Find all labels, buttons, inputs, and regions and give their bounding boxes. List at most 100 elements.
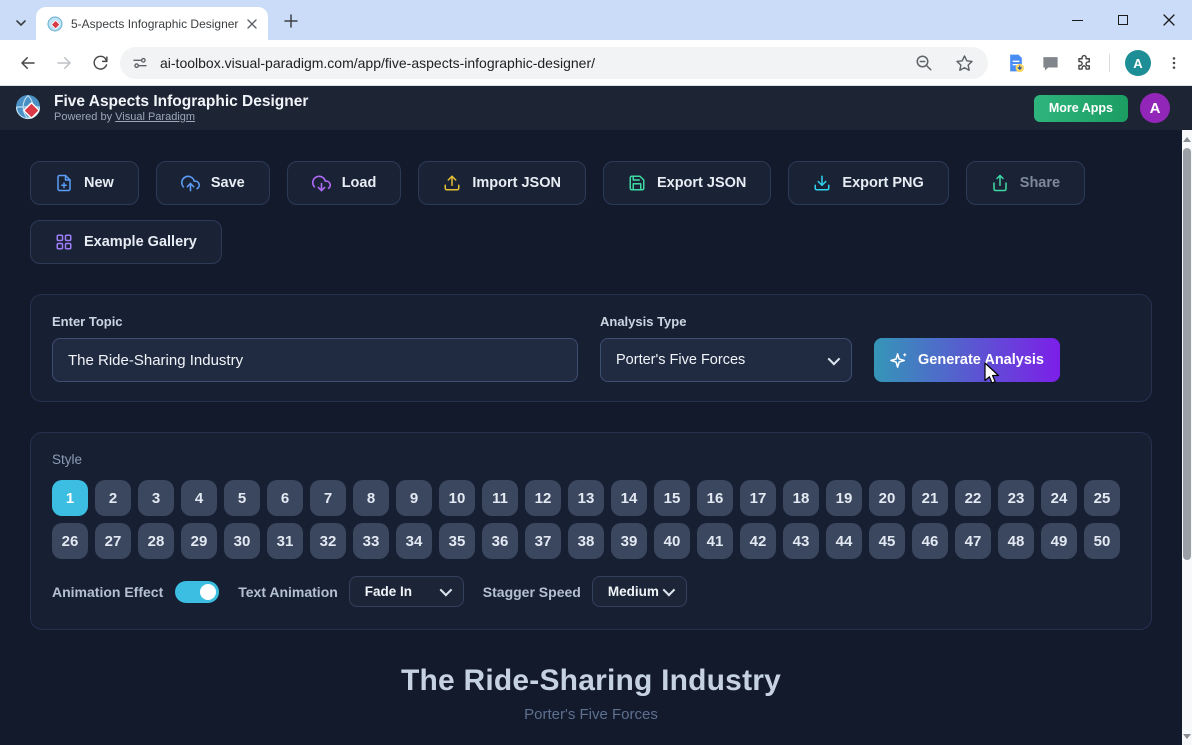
- style-option-2[interactable]: 2: [95, 480, 131, 516]
- browser-extensions-area: A: [1006, 47, 1182, 79]
- save-button[interactable]: Save: [155, 161, 270, 205]
- style-option-47[interactable]: 47: [955, 523, 991, 559]
- style-option-15[interactable]: 15: [654, 480, 690, 516]
- extensions-puzzle-icon[interactable]: [1075, 54, 1094, 73]
- style-option-7[interactable]: 7: [310, 480, 346, 516]
- page-scrollbar[interactable]: [1182, 130, 1192, 745]
- style-option-9[interactable]: 9: [396, 480, 432, 516]
- chevron-down-icon: [662, 583, 676, 597]
- text-animation-select[interactable]: Fade In: [348, 576, 464, 607]
- style-option-16[interactable]: 16: [697, 480, 733, 516]
- user-avatar[interactable]: A: [1140, 93, 1170, 123]
- share-label: Share: [1019, 175, 1061, 191]
- style-option-12[interactable]: 12: [525, 480, 561, 516]
- address-bar[interactable]: ai-toolbox.visual-paradigm.com/app/five-…: [120, 47, 988, 79]
- export-png-button[interactable]: Export PNG: [788, 161, 949, 205]
- style-option-45[interactable]: 45: [869, 523, 905, 559]
- tab-search-button[interactable]: [9, 11, 32, 34]
- tab-close-icon[interactable]: [243, 15, 260, 32]
- style-option-41[interactable]: 41: [697, 523, 733, 559]
- style-option-24[interactable]: 24: [1041, 480, 1077, 516]
- kebab-menu-icon[interactable]: [1166, 55, 1182, 71]
- reload-button[interactable]: [84, 47, 116, 79]
- style-option-26[interactable]: 26: [52, 523, 88, 559]
- style-option-39[interactable]: 39: [611, 523, 647, 559]
- style-option-29[interactable]: 29: [181, 523, 217, 559]
- topic-input[interactable]: [52, 338, 578, 382]
- share-button[interactable]: Share: [965, 161, 1086, 205]
- load-button[interactable]: Load: [286, 161, 402, 205]
- extension-doc-icon[interactable]: [1006, 53, 1026, 73]
- style-option-19[interactable]: 19: [826, 480, 862, 516]
- style-option-50[interactable]: 50: [1084, 523, 1120, 559]
- style-option-17[interactable]: 17: [740, 480, 776, 516]
- browser-tab[interactable]: 5-Aspects Infographic Designer: [36, 7, 268, 40]
- forward-button[interactable]: [48, 47, 80, 79]
- style-option-48[interactable]: 48: [998, 523, 1034, 559]
- save-label: Save: [210, 175, 245, 191]
- style-option-43[interactable]: 43: [783, 523, 819, 559]
- minimize-button[interactable]: [1054, 0, 1100, 40]
- style-option-34[interactable]: 34: [396, 523, 432, 559]
- example-gallery-button[interactable]: Example Gallery: [30, 220, 222, 264]
- style-option-8[interactable]: 8: [353, 480, 389, 516]
- stagger-speed-select[interactable]: Medium: [591, 576, 687, 607]
- scrollbar-thumb[interactable]: [1183, 148, 1191, 560]
- cloud-download-icon: [311, 175, 331, 191]
- scroll-down-icon[interactable]: [1182, 729, 1192, 743]
- close-button[interactable]: [1146, 0, 1192, 40]
- style-option-32[interactable]: 32: [310, 523, 346, 559]
- style-option-38[interactable]: 38: [568, 523, 604, 559]
- style-option-4[interactable]: 4: [181, 480, 217, 516]
- style-option-20[interactable]: 20: [869, 480, 905, 516]
- style-option-33[interactable]: 33: [353, 523, 389, 559]
- style-option-3[interactable]: 3: [138, 480, 174, 516]
- scroll-up-icon[interactable]: [1182, 132, 1192, 146]
- style-option-13[interactable]: 13: [568, 480, 604, 516]
- style-option-6[interactable]: 6: [267, 480, 303, 516]
- share-icon: [993, 174, 1007, 192]
- new-button[interactable]: New: [30, 161, 139, 205]
- style-option-35[interactable]: 35: [439, 523, 475, 559]
- generate-analysis-button[interactable]: Generate Analysis: [874, 338, 1060, 382]
- style-option-1[interactable]: 1: [52, 480, 88, 516]
- zoom-out-icon[interactable]: [915, 54, 933, 72]
- url-text[interactable]: ai-toolbox.visual-paradigm.com/app/five-…: [160, 55, 915, 71]
- extension-chat-icon[interactable]: [1041, 54, 1060, 73]
- browser-profile-avatar[interactable]: A: [1125, 50, 1151, 76]
- analysis-type-select[interactable]: Porter's Five Forces: [600, 338, 852, 382]
- style-option-27[interactable]: 27: [95, 523, 131, 559]
- more-apps-button[interactable]: More Apps: [1033, 94, 1128, 122]
- maximize-button[interactable]: [1100, 0, 1146, 40]
- style-option-25[interactable]: 25: [1084, 480, 1120, 516]
- import-json-button[interactable]: Import JSON: [418, 161, 586, 205]
- style-option-46[interactable]: 46: [912, 523, 948, 559]
- style-option-21[interactable]: 21: [912, 480, 948, 516]
- style-option-10[interactable]: 10: [439, 480, 475, 516]
- style-option-5[interactable]: 5: [224, 480, 260, 516]
- style-option-30[interactable]: 30: [224, 523, 260, 559]
- style-option-36[interactable]: 36: [482, 523, 518, 559]
- style-option-44[interactable]: 44: [826, 523, 862, 559]
- animation-effect-toggle[interactable]: [175, 580, 220, 603]
- style-option-28[interactable]: 28: [138, 523, 174, 559]
- style-option-42[interactable]: 42: [740, 523, 776, 559]
- style-option-49[interactable]: 49: [1041, 523, 1077, 559]
- site-settings-icon[interactable]: [132, 55, 148, 71]
- style-option-11[interactable]: 11: [482, 480, 518, 516]
- example-gallery-label: Example Gallery: [84, 234, 197, 250]
- style-option-18[interactable]: 18: [783, 480, 819, 516]
- style-option-40[interactable]: 40: [654, 523, 690, 559]
- export-json-button[interactable]: Export JSON: [602, 161, 772, 205]
- page-content: New Save Load Import JSON Export JSON Ex…: [0, 130, 1182, 745]
- style-option-23[interactable]: 23: [998, 480, 1034, 516]
- new-tab-button[interactable]: [279, 9, 303, 33]
- style-option-31[interactable]: 31: [267, 523, 303, 559]
- preview-subtitle: Porter's Five Forces: [524, 706, 658, 723]
- visual-paradigm-link[interactable]: Visual Paradigm: [115, 111, 195, 123]
- style-option-22[interactable]: 22: [955, 480, 991, 516]
- style-option-14[interactable]: 14: [611, 480, 647, 516]
- style-option-37[interactable]: 37: [525, 523, 561, 559]
- bookmark-star-icon[interactable]: [955, 54, 974, 73]
- back-button[interactable]: [12, 47, 44, 79]
